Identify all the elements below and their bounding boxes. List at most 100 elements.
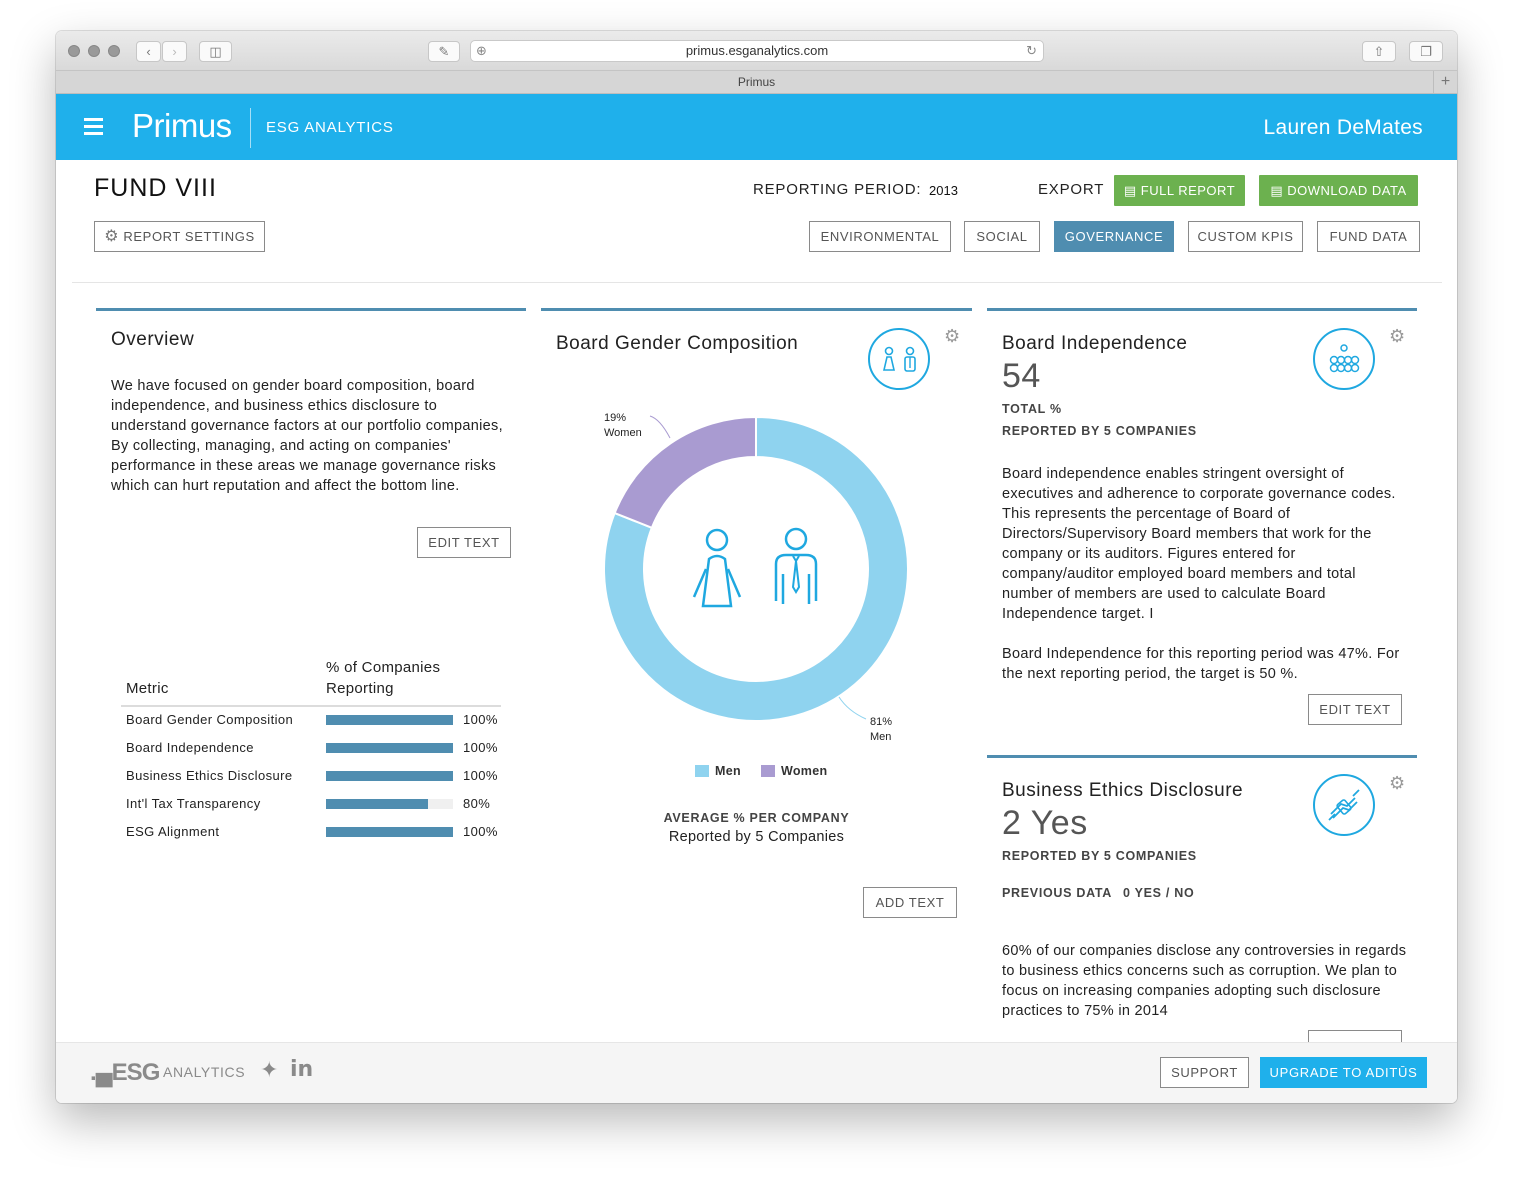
metric-bar-fill	[326, 715, 453, 725]
share-icon[interactable]: ⇧	[1362, 41, 1396, 62]
metric-name: ESG Alignment	[126, 824, 220, 839]
metric-pct: 100%	[463, 712, 498, 727]
legend-women-label: Women	[781, 764, 828, 778]
legend-men-swatch	[695, 765, 709, 777]
linkedin-icon[interactable]: in	[290, 1057, 313, 1082]
gear-icon: ⚙	[104, 228, 120, 245]
gender-panel-bar	[541, 308, 972, 311]
people-icon	[868, 328, 930, 390]
metric-name: Int'l Tax Transparency	[126, 796, 261, 811]
gender-reported-by: Reported by 5 Companies	[668, 829, 845, 845]
report-settings-label: REPORT SETTINGS	[123, 229, 255, 244]
metric-name: Business Ethics Disclosure	[126, 768, 293, 783]
women-leader-line	[649, 415, 671, 439]
tab-fund-data[interactable]: FUND DATA	[1317, 221, 1420, 252]
new-tab-icon[interactable]: +	[1433, 71, 1457, 93]
overview-title: Overview	[111, 329, 195, 350]
menu-icon[interactable]	[84, 118, 103, 135]
metric-row: ESG Alignment 100%	[126, 822, 506, 842]
ethics-reported-by: REPORTED BY 5 COMPANIES	[1002, 849, 1197, 863]
reader-notes-icon[interactable]: ✎	[428, 41, 460, 62]
women-data-label: 19% Women	[604, 411, 642, 441]
reload-icon[interactable]: ↻	[1026, 41, 1037, 61]
reporting-period-value[interactable]: 2013	[929, 183, 958, 198]
metric-bar-track	[326, 771, 453, 781]
forward-icon[interactable]: ›	[162, 41, 187, 62]
metric-row: Business Ethics Disclosure 100%	[126, 766, 506, 786]
tab-social[interactable]: SOCIAL	[964, 221, 1040, 252]
metric-bar-track	[326, 827, 453, 837]
metric-bar-track	[326, 715, 453, 725]
metric-table-divider	[121, 705, 501, 707]
metric-bar-fill	[326, 827, 453, 837]
ethics-settings-gear-icon[interactable]: ⚙	[1389, 773, 1405, 794]
twitter-icon[interactable]: ✦	[260, 1057, 278, 1083]
support-button[interactable]: SUPPORT	[1160, 1057, 1249, 1088]
ethics-panel-bar	[987, 755, 1417, 758]
metric-pct: 100%	[463, 824, 498, 839]
download-data-button[interactable]: ▤ DOWNLOAD DATA	[1259, 175, 1418, 206]
independence-target-text: Board Independence for this reporting pe…	[1002, 646, 1400, 682]
sidebar-icon[interactable]: ◫	[199, 41, 232, 62]
legend-women-swatch	[761, 765, 775, 777]
men-pct: 81%	[870, 716, 893, 728]
url-text: primus.esganalytics.com	[685, 43, 829, 58]
footer: .▄ESG ANALYTICS ✦ in SUPPORT UPGRADE TO …	[56, 1042, 1457, 1103]
reporting-period-label: REPORTING PERIOD:	[753, 181, 922, 198]
divider	[72, 282, 1442, 283]
metric-bar-fill	[326, 771, 453, 781]
metric-pct: 100%	[463, 740, 498, 755]
close-window-button[interactable]	[68, 45, 80, 57]
independence-settings-gear-icon[interactable]: ⚙	[1389, 326, 1405, 347]
brand-logo[interactable]: Primus	[132, 107, 232, 145]
tab-environmental[interactable]: ENVIRONMENTAL	[809, 221, 951, 252]
brand-subtitle: ESG ANALYTICS	[266, 119, 394, 136]
gender-title: Board Gender Composition	[556, 333, 799, 354]
full-report-label: FULL REPORT	[1140, 183, 1236, 198]
handshake-icon	[1313, 774, 1375, 836]
app-header: Primus ESG ANALYTICS Lauren DeMates	[56, 94, 1457, 160]
pdf-icon: ▤	[1123, 183, 1137, 198]
overview-edit-button[interactable]: EDIT TEXT	[417, 527, 511, 558]
add-bookmark-icon[interactable]: ⊕	[476, 41, 487, 61]
minimize-window-button[interactable]	[88, 45, 100, 57]
gender-add-text-button[interactable]: ADD TEXT	[863, 887, 957, 918]
metric-bar-track	[326, 743, 453, 753]
ethics-text: 60% of our companies disclose any contro…	[1002, 943, 1407, 1019]
back-icon[interactable]: ‹	[136, 41, 161, 62]
previous-data-value: 0 YES / NO	[1123, 886, 1195, 900]
zoom-window-button[interactable]	[108, 45, 120, 57]
gender-settings-gear-icon[interactable]: ⚙	[944, 326, 960, 347]
legend-men-label: Men	[715, 764, 741, 778]
overview-panel-bar	[96, 308, 526, 311]
download-data-label: DOWNLOAD DATA	[1287, 183, 1407, 198]
men-data-label: 81% Men	[870, 715, 892, 745]
ethics-edit-button[interactable]	[1308, 1030, 1402, 1042]
tab-governance[interactable]: GOVERNANCE	[1054, 221, 1174, 252]
average-label: AVERAGE % PER COMPANY	[663, 811, 850, 825]
metric-pct: 100%	[463, 768, 498, 783]
independence-edit-button[interactable]: EDIT TEXT	[1308, 694, 1402, 725]
upgrade-button[interactable]: UPGRADE TO ADITŪS	[1260, 1057, 1427, 1088]
export-label: EXPORT	[1038, 181, 1105, 198]
address-bar[interactable]: ⊕ primus.esganalytics.com ↻	[470, 40, 1044, 62]
tab-custom-kpis[interactable]: CUSTOM KPIS	[1188, 221, 1303, 252]
metric-row: Int'l Tax Transparency 80%	[126, 794, 506, 814]
ethics-value: 2 Yes	[1002, 804, 1088, 842]
independence-value: 54	[1002, 357, 1041, 395]
metric-name: Board Independence	[126, 740, 254, 755]
tabs-overview-icon[interactable]: ❐	[1409, 41, 1443, 62]
full-report-button[interactable]: ▤ FULL REPORT	[1114, 175, 1245, 206]
overview-text: We have focused on gender board composit…	[111, 378, 503, 494]
report-settings-button[interactable]: ⚙ REPORT SETTINGS	[94, 221, 265, 252]
independence-unit: TOTAL %	[1002, 402, 1062, 416]
tab-bar: Primus +	[56, 71, 1457, 94]
women-label: Women	[604, 427, 642, 439]
independence-title: Board Independence	[1002, 333, 1188, 354]
tab-title[interactable]: Primus	[738, 75, 775, 89]
esg-logo[interactable]: .▄ESG	[90, 1059, 160, 1087]
independence-panel-bar	[987, 308, 1417, 311]
user-name[interactable]: Lauren DeMates	[1264, 116, 1423, 140]
metric-bar-fill	[326, 743, 453, 753]
brand-divider	[250, 108, 251, 148]
